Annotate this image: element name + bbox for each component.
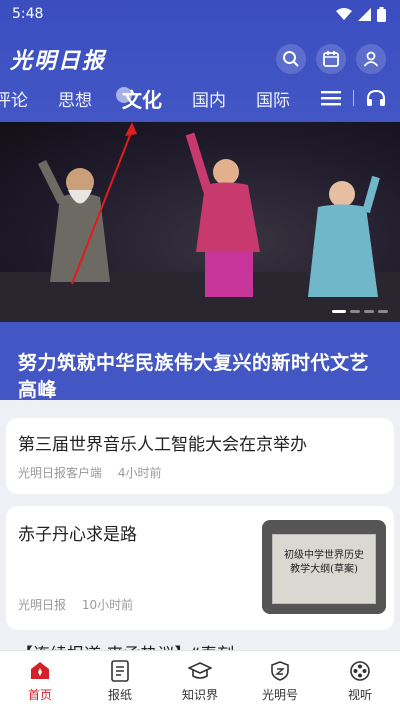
cellular-icon [358, 7, 371, 21]
menu-icon[interactable] [321, 90, 341, 106]
bottom-tab-newspaper[interactable]: 报纸 [85, 659, 155, 703]
nav-divider [353, 90, 354, 106]
calendar-button[interactable] [316, 44, 346, 74]
channel-nav: 评论 思想 文化 国内 国际 [0, 82, 400, 114]
bottom-tab-label: 报纸 [107, 688, 132, 702]
calendar-icon [323, 51, 339, 67]
news-title: 赤子丹心求是路 [18, 525, 137, 545]
app-logo: 光明日报 [10, 48, 107, 74]
wifi-icon [336, 8, 352, 20]
headphones-icon[interactable] [366, 89, 386, 107]
bottom-tab-label: 知识界 [181, 688, 218, 702]
stage-photo-illustration [0, 122, 400, 322]
user-icon [363, 51, 379, 67]
news-source: 光明日报客户端 [18, 466, 103, 480]
news-card[interactable]: 赤子丹心求是路 光明日报 10小时前 初级中学世界历史 教学大纲(草案) [6, 506, 394, 630]
hero-caption: 努力筑就中华民族伟大复兴的新时代文艺高峰 [18, 352, 370, 400]
search-button[interactable] [276, 44, 306, 74]
hero-photo [0, 122, 400, 322]
home-icon [31, 662, 49, 679]
bottom-nav: 首页 报纸 知识界 光明号 视听 [0, 650, 400, 711]
news-time: 10小时前 [81, 598, 134, 612]
search-icon [283, 51, 299, 67]
bottom-tab-label: 光明号 [261, 688, 298, 702]
tab-commentary[interactable]: 评论 [0, 86, 28, 111]
battery-icon [377, 6, 386, 22]
graduation-cap-icon [188, 662, 212, 679]
newspaper-icon [111, 660, 129, 682]
news-title: 第三届世界音乐人工智能大会在京举办 [18, 435, 307, 455]
news-source: 光明日报 [18, 598, 67, 612]
bottom-tab-label: 视听 [347, 688, 372, 702]
tab-domestic[interactable]: 国内 [192, 86, 226, 111]
bottom-tab-guangming-account[interactable]: 光明号 [245, 659, 315, 703]
top-bar: 5:48 光明日报 评论 思想 文化 国内 国际 [0, 0, 400, 122]
carousel-indicator [332, 310, 388, 313]
news-meta: 光明日报 10小时前 [18, 596, 145, 613]
bottom-tab-label: 首页 [27, 688, 52, 702]
profile-button[interactable] [356, 44, 386, 74]
thumb-text: 初级中学世界历史 [284, 550, 364, 561]
film-reel-icon [350, 661, 370, 681]
tab-culture[interactable]: 文化 [116, 84, 162, 113]
bottom-tab-home[interactable]: 首页 [5, 659, 75, 703]
news-card[interactable]: 第三届世界音乐人工智能大会在京举办 光明日报客户端 4小时前 [6, 418, 394, 494]
news-time: 4小时前 [117, 466, 162, 480]
thumb-text: 教学大纲(草案) [290, 564, 358, 575]
tab-thought[interactable]: 思想 [58, 86, 92, 111]
status-time: 5:48 [12, 6, 44, 22]
status-bar: 5:48 [0, 0, 400, 28]
hero-banner[interactable]: 努力筑就中华民族伟大复兴的新时代文艺高峰 [0, 122, 400, 400]
news-thumbnail: 初级中学世界历史 教学大纲(草案) [262, 520, 386, 614]
tab-international[interactable]: 国际 [256, 86, 290, 111]
bottom-tab-media[interactable]: 视听 [325, 659, 395, 703]
news-meta: 光明日报客户端 4小时前 [18, 464, 173, 481]
app-header: 光明日报 [10, 42, 386, 76]
shield-icon [271, 661, 289, 681]
status-icons [336, 6, 386, 22]
bottom-tab-knowledge[interactable]: 知识界 [165, 659, 235, 703]
